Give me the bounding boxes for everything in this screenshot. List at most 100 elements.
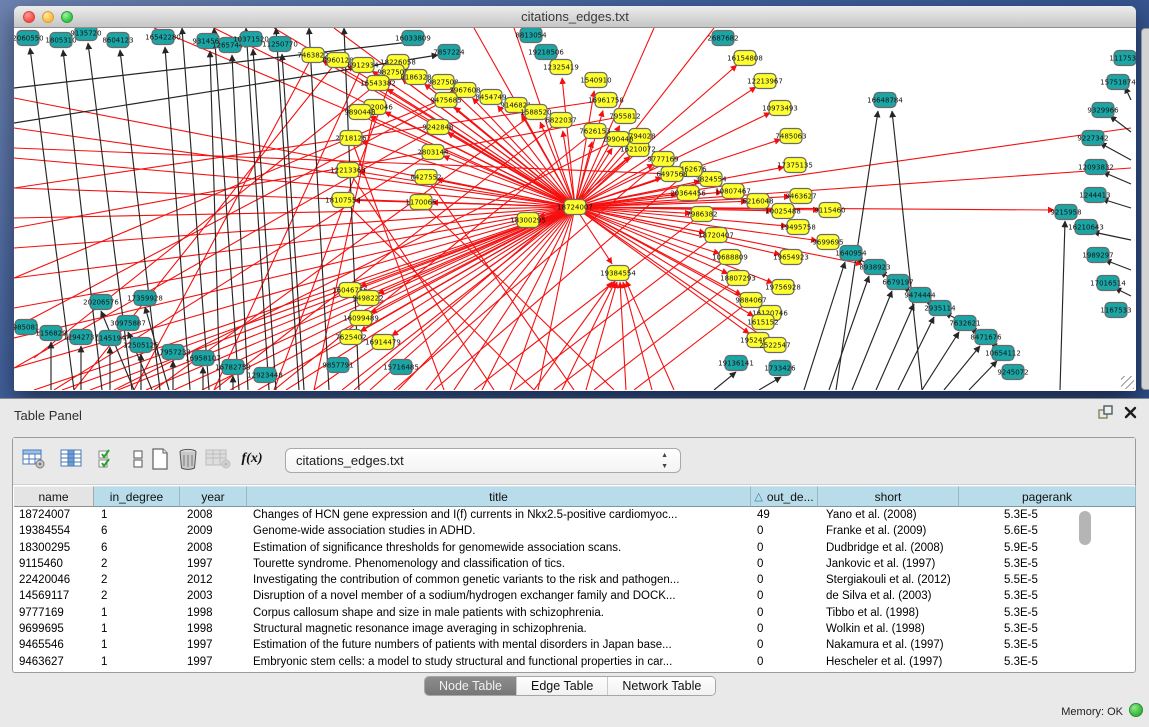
- graph-node[interactable]: 7625402: [335, 330, 366, 345]
- graph-node[interactable]: 2522547: [759, 338, 790, 353]
- float-panel-icon[interactable]: [1098, 405, 1114, 425]
- graph-node[interactable]: 9463627: [785, 189, 816, 204]
- graph-node[interactable]: 2935114: [924, 301, 956, 316]
- graph-edge[interactable]: [14, 207, 575, 308]
- window-resize-grip[interactable]: [1121, 376, 1134, 389]
- graph-node[interactable]: 19654923: [773, 250, 809, 265]
- graph-edge[interactable]: [253, 49, 276, 390]
- graph-node[interactable]: 1167533: [1100, 303, 1131, 318]
- graph-edge[interactable]: [575, 207, 787, 226]
- graph-edge[interactable]: [534, 282, 612, 390]
- table-row[interactable]: 1938455462009Genome-wide association stu…: [14, 523, 1136, 539]
- graph-node[interactable]: 1615152: [747, 315, 778, 330]
- graph-edge[interactable]: [1103, 172, 1131, 184]
- graph-node[interactable]: 6216048: [742, 194, 773, 209]
- graph-node[interactable]: 1640954: [835, 246, 867, 261]
- graph-edge[interactable]: [14, 128, 575, 207]
- graph-node[interactable]: 19136141: [718, 356, 754, 371]
- graph-node[interactable]: 7626153: [579, 124, 610, 139]
- graph-edge[interactable]: [575, 28, 714, 207]
- table-selector-dropdown[interactable]: citations_edges.txt ▲▼: [285, 448, 681, 473]
- column-header-out_de[interactable]: △out_de...: [751, 486, 818, 507]
- graph-node[interactable]: 7857224: [433, 45, 465, 60]
- graph-edge[interactable]: [586, 282, 617, 390]
- new-column-icon[interactable]: [147, 446, 173, 472]
- graph-node[interactable]: 17359928: [127, 291, 163, 306]
- graph-edge[interactable]: [14, 100, 606, 188]
- graph-node[interactable]: 8912934: [347, 58, 379, 73]
- table-row[interactable]: 1872400712008Changes of HCN gene express…: [14, 507, 1136, 523]
- graph-node[interactable]: 15751874: [1100, 75, 1136, 90]
- graph-edge[interactable]: [714, 372, 736, 390]
- column-header-pagerank[interactable]: pagerank: [959, 486, 1136, 507]
- graph-edge[interactable]: [1100, 143, 1131, 160]
- table-row[interactable]: 969969511998Structural magnetic resonanc…: [14, 621, 1136, 637]
- graph-node[interactable]: 16154808: [727, 51, 763, 66]
- graph-node[interactable]: 30975887: [110, 316, 146, 331]
- graph-edge[interactable]: [759, 377, 781, 390]
- graph-node[interactable]: 9329966: [1087, 103, 1119, 118]
- graph-node[interactable]: 9242848: [422, 120, 453, 135]
- graph-edge[interactable]: [562, 282, 615, 390]
- table-row[interactable]: 2242004622012Investigating the contribut…: [14, 572, 1136, 588]
- graph-node[interactable]: 15716485: [383, 360, 419, 375]
- graph-node[interactable]: 6822037: [545, 113, 576, 128]
- table-row[interactable]: 1456911722003Disruption of a novel membe…: [14, 588, 1136, 604]
- graph-edge[interactable]: [514, 235, 716, 390]
- graph-node[interactable]: 16542280: [145, 30, 181, 45]
- table-row[interactable]: 946554611997Estimation of the future num…: [14, 637, 1136, 653]
- graph-node[interactable]: 1733426: [764, 361, 796, 376]
- network-canvas[interactable]: 7463822896012889129341822605898275051654…: [14, 28, 1136, 390]
- graph-edge[interactable]: [626, 281, 674, 390]
- graph-node[interactable]: 2803144: [417, 145, 449, 160]
- graph-edge[interactable]: [922, 332, 959, 390]
- graph-edge[interactable]: [623, 282, 652, 390]
- tab-node-table[interactable]: Node Table: [425, 677, 517, 695]
- graph-edge[interactable]: [276, 28, 299, 390]
- graph-node[interactable]: 1145194: [94, 331, 126, 346]
- citation-graph[interactable]: 7463822896012889129341822605898275051654…: [14, 28, 1136, 390]
- graph-node[interactable]: 8938923: [859, 260, 890, 275]
- graph-node[interactable]: 12325419: [543, 60, 579, 75]
- table-row[interactable]: 911546021997Tourette syndrome. Phenomeno…: [14, 556, 1136, 572]
- graph-edge[interactable]: [1105, 260, 1131, 270]
- table-settings-icon[interactable]: [21, 446, 47, 472]
- graph-node[interactable]: 7955812: [609, 109, 640, 124]
- network-window-titlebar[interactable]: citations_edges.txt: [14, 6, 1136, 28]
- graph-edge[interactable]: [214, 28, 239, 390]
- column-header-name[interactable]: name: [14, 486, 94, 507]
- graph-node[interactable]: 7986382: [686, 207, 717, 222]
- graph-node[interactable]: 1117533: [1109, 51, 1136, 66]
- graph-node[interactable]: 17375135: [777, 158, 813, 173]
- graph-node[interactable]: 7632621: [949, 316, 980, 331]
- column-header-title[interactable]: title: [247, 486, 751, 507]
- table-scrollbar-thumb[interactable]: [1079, 511, 1091, 545]
- graph-node[interactable]: 1540910: [580, 73, 611, 88]
- table-row[interactable]: 977716911998Corpus callosum shape and si…: [14, 605, 1136, 621]
- graph-node[interactable]: 9699695: [812, 235, 843, 250]
- column-header-short[interactable]: short: [818, 486, 959, 507]
- graph-edge[interactable]: [232, 55, 248, 390]
- graph-node[interactable]: 18720407: [698, 228, 734, 243]
- graph-node[interactable]: 16648784: [867, 93, 903, 108]
- graph-node[interactable]: 8813054: [515, 28, 547, 43]
- graph-edge[interactable]: [370, 116, 575, 207]
- graph-node[interactable]: 9777169: [647, 152, 678, 167]
- graph-node[interactable]: 9498222: [352, 291, 383, 306]
- graph-edge[interactable]: [54, 152, 433, 390]
- graph-node[interactable]: 12213967: [747, 74, 783, 89]
- graph-node[interactable]: 7485063: [775, 129, 806, 144]
- graph-node[interactable]: 8427552: [410, 170, 441, 185]
- graph-node[interactable]: 6497568: [656, 167, 687, 182]
- table-row[interactable]: 946362711997Embryonic stem cells: a mode…: [14, 654, 1136, 670]
- delete-column-icon[interactable]: [175, 446, 201, 472]
- graph-node[interactable]: 2687682: [707, 31, 738, 46]
- select-rows-icon[interactable]: [95, 446, 121, 472]
- column-header-year[interactable]: year: [180, 486, 247, 507]
- graph-edge[interactable]: [969, 361, 997, 390]
- graph-node[interactable]: 19495758: [780, 220, 816, 235]
- column-visibility-icon[interactable]: [59, 446, 85, 472]
- graph-edge[interactable]: [1093, 232, 1131, 240]
- graph-edge[interactable]: [34, 83, 378, 358]
- graph-node[interactable]: 1989297: [1082, 248, 1113, 263]
